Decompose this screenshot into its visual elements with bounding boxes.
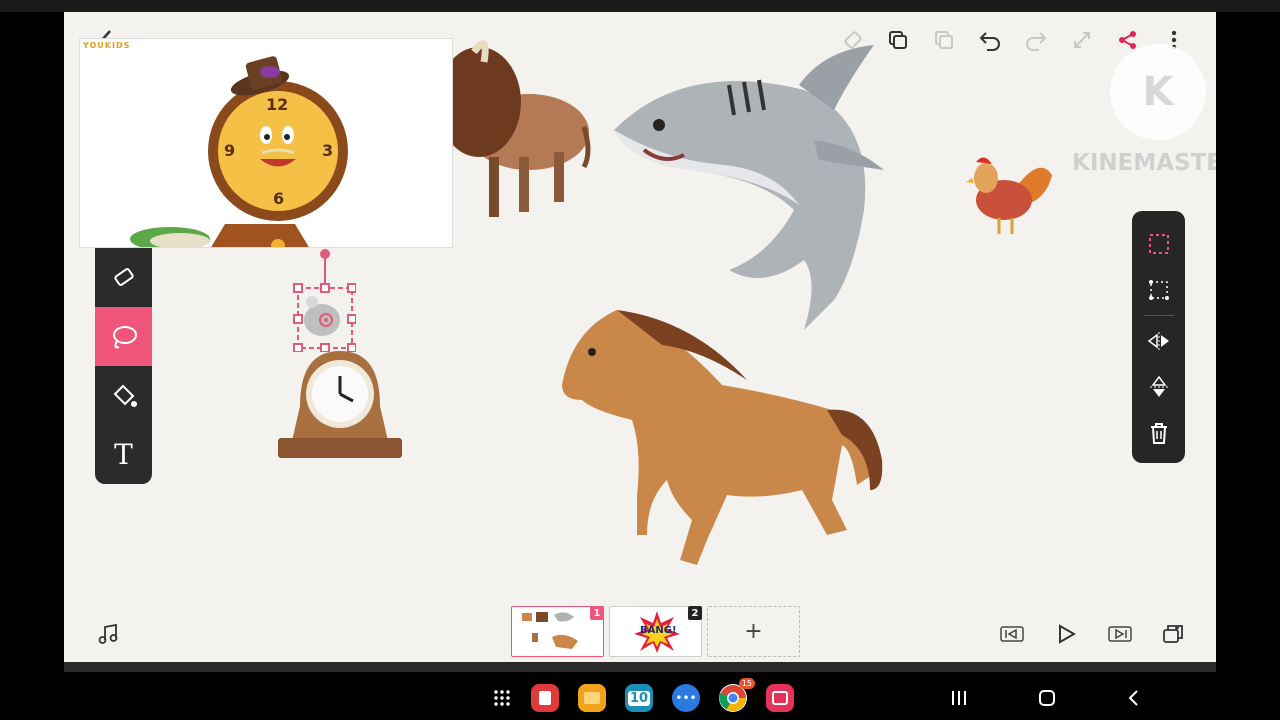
camera-app-icon[interactable] <box>766 684 794 712</box>
clock-number-3: 3 <box>322 141 334 160</box>
mantel-clock-sticker[interactable] <box>278 346 402 462</box>
system-taskbar: 10 ••• 15 <box>0 672 1280 720</box>
music-button[interactable] <box>94 620 122 648</box>
clock-character <box>130 56 348 247</box>
page-thumb-animals-preview <box>522 612 578 649</box>
select-rect-icon <box>1148 234 1169 254</box>
eraser-tool-button[interactable] <box>95 248 152 307</box>
mouse-sticker-selected[interactable] <box>292 248 357 353</box>
page-thumb-2[interactable]: BANG! 2 <box>609 606 702 657</box>
eraser-icon <box>113 267 134 286</box>
video-overlay[interactable]: YOUKIDS 12 3 6 9 <box>79 38 453 248</box>
shark-sticker[interactable] <box>604 40 894 340</box>
flip-horizontal-icon <box>1147 332 1169 350</box>
play-button[interactable] <box>1052 620 1080 648</box>
clock-number-9: 9 <box>224 141 236 160</box>
select-rect-button[interactable] <box>1139 221 1179 267</box>
lasso-icon <box>112 325 137 348</box>
flip-vertical-icon <box>1149 375 1168 397</box>
music-icon <box>98 623 118 644</box>
page-number-badge: 2 <box>688 606 702 620</box>
text-tool-button[interactable]: T <box>95 425 152 484</box>
redo-icon[interactable] <box>1022 26 1050 54</box>
flip-horizontal-button[interactable] <box>1139 318 1179 364</box>
calendar-date: 10 <box>627 690 651 706</box>
messages-app-icon[interactable]: ••• <box>672 684 700 712</box>
duplicate-icon <box>1163 625 1183 643</box>
page-number-badge: 1 <box>590 606 604 620</box>
undo-icon[interactable] <box>976 26 1004 54</box>
left-toolbar: T <box>95 248 152 484</box>
files-app-icon[interactable] <box>578 684 606 712</box>
right-toolbar <box>1132 211 1185 463</box>
kinemaster-watermark: K KINEMASTER <box>1072 44 1216 194</box>
notes-app-icon[interactable] <box>531 684 559 712</box>
back-icon[interactable] <box>1120 684 1148 712</box>
calendar-app-icon[interactable]: 10 <box>625 684 653 712</box>
page-thumb-1[interactable]: 1 <box>511 606 604 657</box>
crop-button[interactable] <box>1139 267 1179 313</box>
duplicate-button[interactable] <box>1160 620 1188 648</box>
skip-back-icon <box>1000 626 1024 642</box>
fill-bucket-icon <box>113 384 137 407</box>
delete-button[interactable] <box>1139 410 1179 456</box>
clock-number-12: 12 <box>266 95 289 114</box>
bottom-strip <box>64 662 1216 672</box>
toolbar-divider <box>1143 315 1174 316</box>
trash-icon <box>1150 423 1167 444</box>
flip-vertical-button[interactable] <box>1139 364 1179 410</box>
page-thumb-2-text: BANG! <box>640 625 677 636</box>
copy-icon[interactable] <box>930 26 958 54</box>
add-page-button[interactable]: + <box>707 606 800 657</box>
plus-icon: + <box>744 619 763 644</box>
skip-forward-icon <box>1108 626 1132 642</box>
rooster-sticker[interactable] <box>964 150 1054 236</box>
horse-sticker[interactable] <box>552 300 892 572</box>
watermark-text: KINEMASTER <box>1072 150 1216 176</box>
watermark-circle: K <box>1110 44 1206 140</box>
text-icon: T <box>114 438 133 471</box>
chrome-badge: 15 <box>738 678 755 689</box>
clock-number-6: 6 <box>273 189 285 208</box>
watermark-letter: K <box>1142 69 1174 115</box>
fill-tool-button[interactable] <box>95 366 152 425</box>
skip-forward-button[interactable] <box>1106 620 1134 648</box>
bison-sticker[interactable] <box>434 32 594 222</box>
lasso-tool-button[interactable] <box>95 307 152 366</box>
chrome-app-icon[interactable]: 15 <box>719 678 755 712</box>
play-icon <box>1059 624 1077 644</box>
skip-back-button[interactable] <box>998 620 1026 648</box>
crop-icon <box>1148 280 1169 300</box>
drawing-canvas[interactable]: YOUKIDS 12 3 6 9 K KINEMASTE T 1 BANG! 2… <box>64 12 1216 662</box>
home-icon[interactable] <box>1033 684 1061 712</box>
recent-apps-icon[interactable] <box>945 684 973 712</box>
apps-grid-icon[interactable] <box>488 684 516 712</box>
status-strip <box>0 0 1280 12</box>
